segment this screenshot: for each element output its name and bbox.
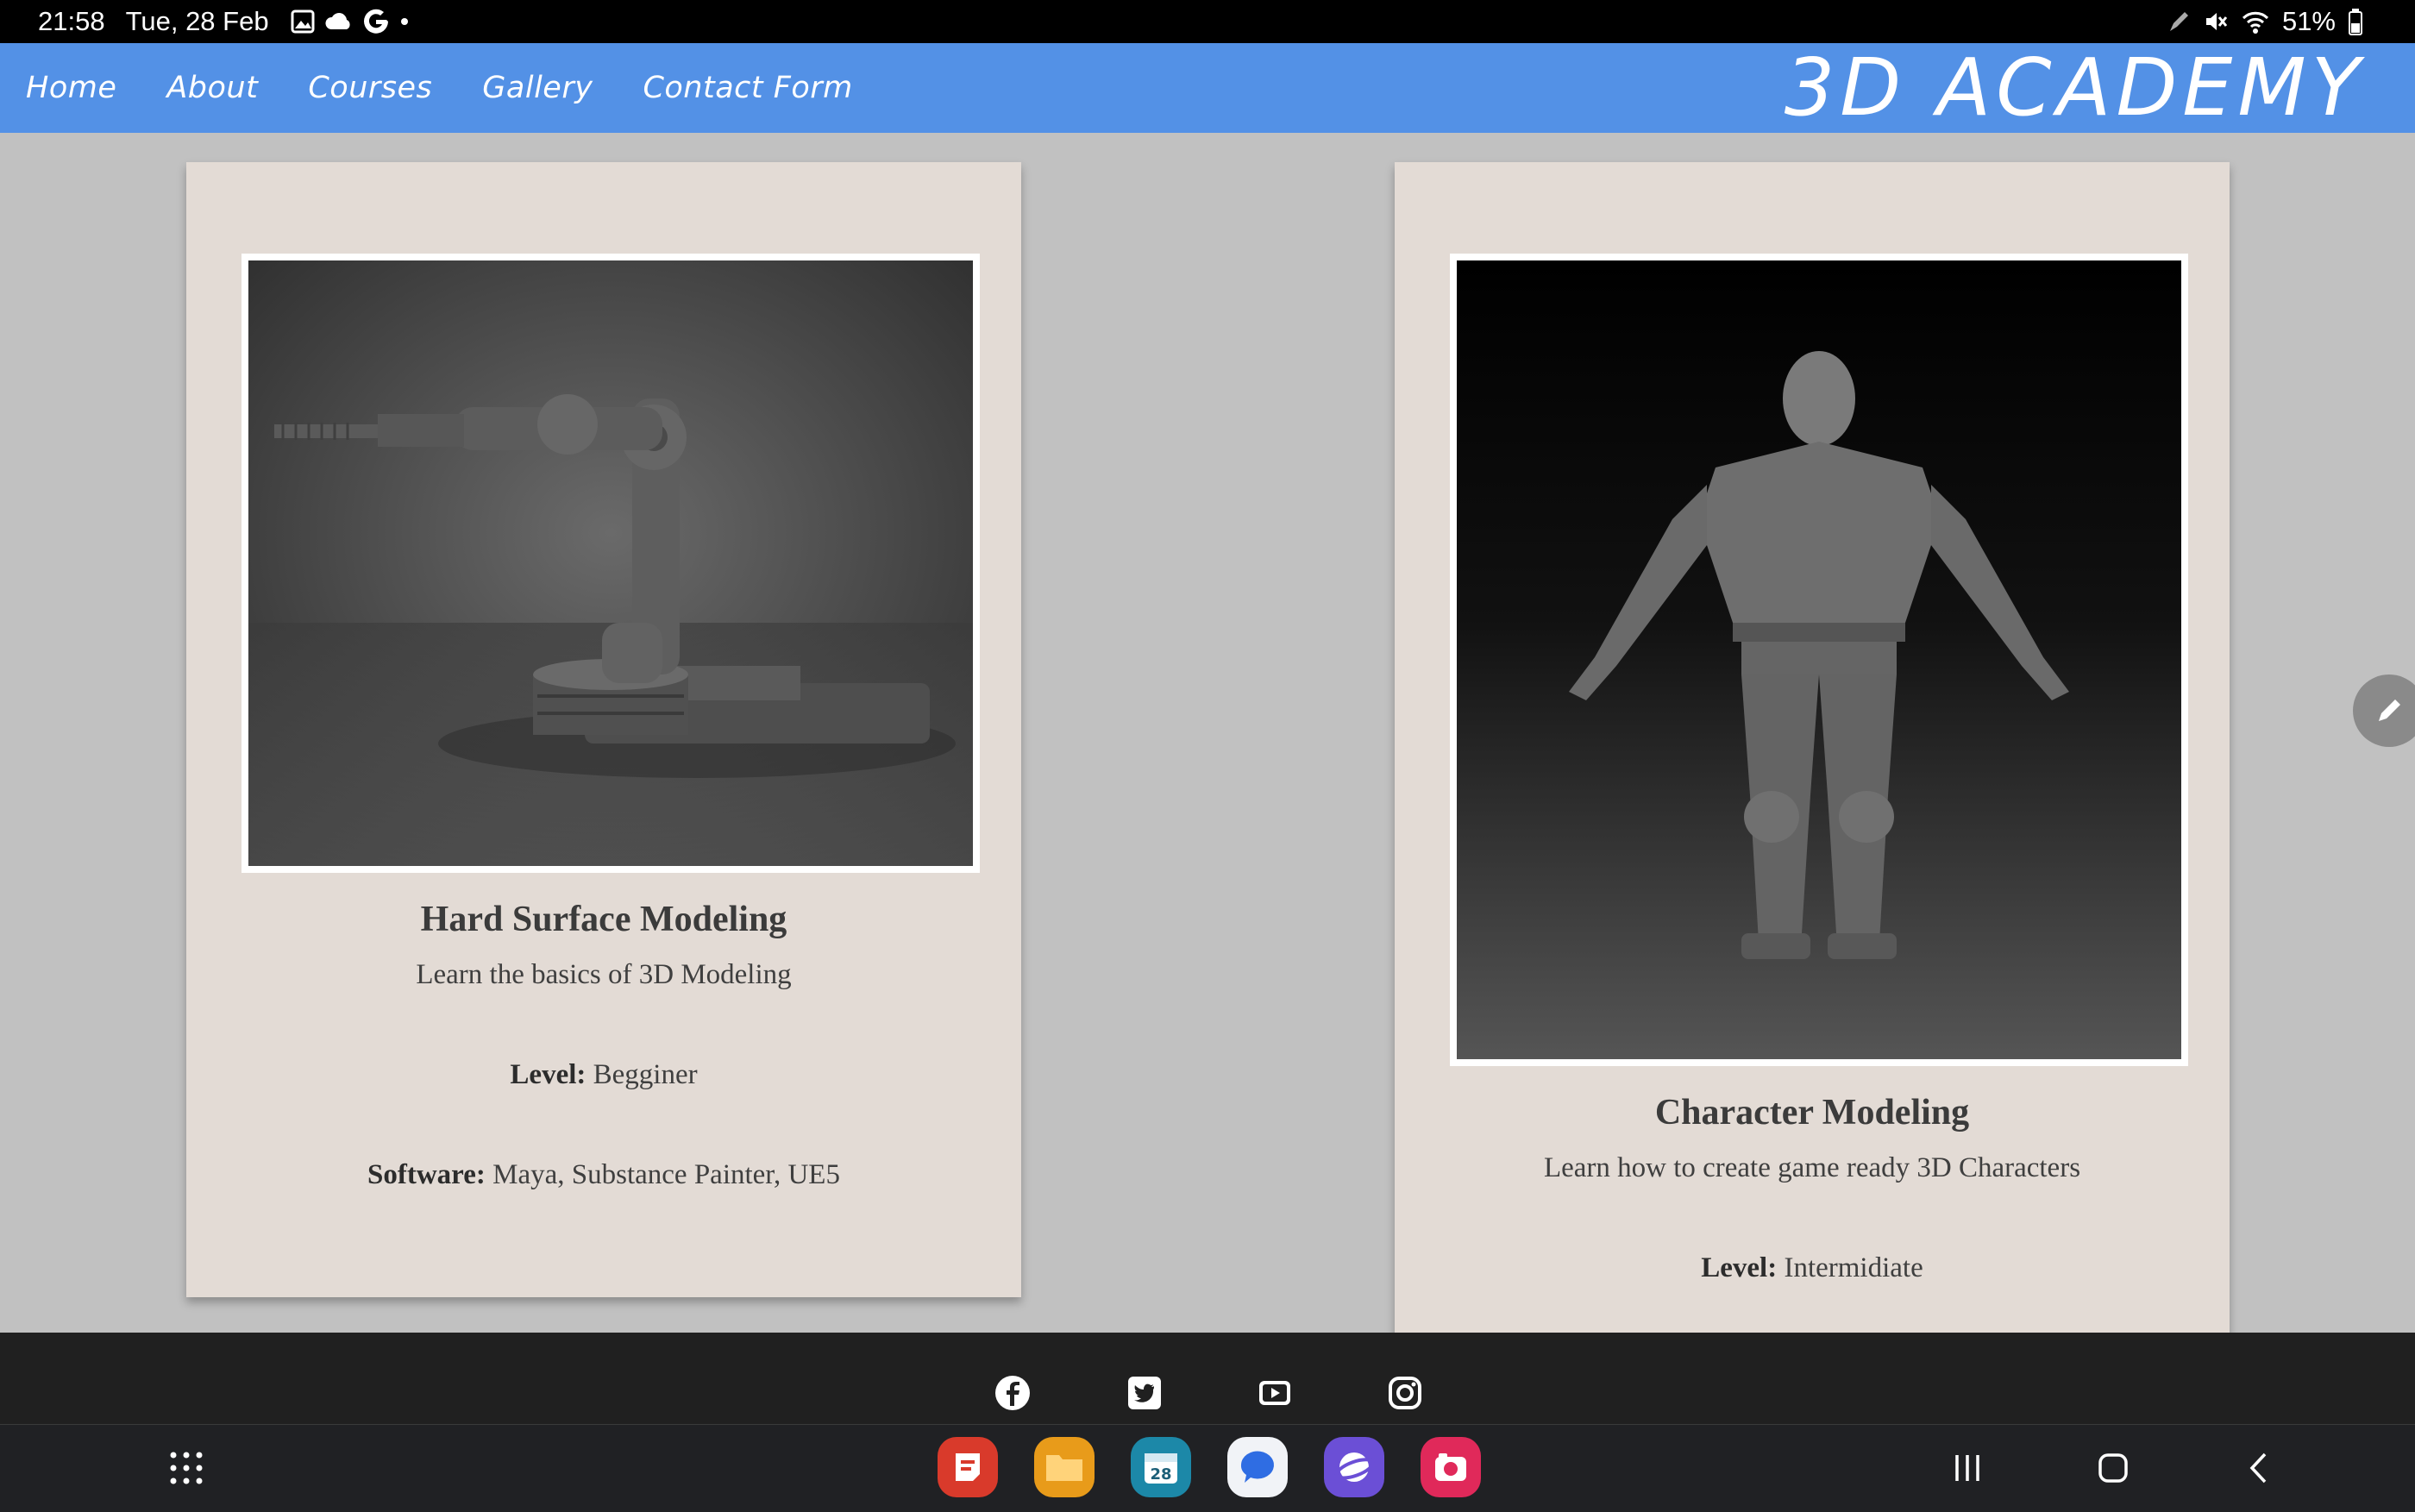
nav-contact-form[interactable]: Contact Form <box>643 71 852 105</box>
course-title[interactable]: Hard Surface Modeling <box>186 899 1021 940</box>
instagram-icon[interactable] <box>1387 1375 1423 1411</box>
software-label: Software: <box>367 1159 486 1190</box>
status-date: Tue, 28 Feb <box>125 6 269 36</box>
pen-icon <box>2169 12 2188 31</box>
calendar-icon[interactable]: 28 <box>1131 1437 1191 1497</box>
youtube-icon[interactable] <box>1257 1375 1293 1411</box>
robotic-arm-image <box>248 260 973 866</box>
battery-percent: 51% <box>2281 6 2336 36</box>
level-label: Level: <box>510 1059 586 1090</box>
battery-icon <box>2349 9 2362 35</box>
site-footer <box>0 1333 2415 1424</box>
gallery-icon <box>291 9 315 34</box>
pencil-icon <box>2379 700 2400 721</box>
wifi-icon <box>2242 11 2269 34</box>
nav-home[interactable]: Home <box>26 71 116 105</box>
my-files-icon[interactable] <box>1034 1437 1095 1497</box>
back-button-icon[interactable] <box>2248 1452 2268 1484</box>
google-icon <box>363 9 388 34</box>
twitter-icon[interactable] <box>1126 1375 1163 1411</box>
samsung-notes-icon[interactable] <box>938 1437 998 1497</box>
nav-gallery[interactable]: Gallery <box>482 71 593 105</box>
site-brand[interactable]: 3D ACADEMY <box>1785 43 2365 133</box>
screen-recorder-icon[interactable] <box>1421 1437 1481 1497</box>
cloud-icon <box>325 13 350 29</box>
system-navigation-bar <box>0 1424 2415 1512</box>
course-image-frame <box>1450 254 2188 1066</box>
facebook-icon[interactable] <box>994 1375 1031 1411</box>
nav-about[interactable]: About <box>166 71 258 105</box>
mute-icon <box>2205 13 2228 30</box>
nav-courses[interactable]: Courses <box>308 71 432 105</box>
dot-icon <box>400 18 408 25</box>
course-card-hard-surface: Hard Surface Modeling Learn the basics o… <box>186 162 1021 1297</box>
course-title[interactable]: Character Modeling <box>1395 1092 2230 1133</box>
level-label: Level: <box>1701 1252 1778 1283</box>
course-description: Learn the basics of 3D Modeling <box>416 959 792 990</box>
course-description: Learn how to create game ready 3D Charac… <box>1543 1152 2081 1183</box>
level-value: Intermidiate <box>1784 1252 1923 1283</box>
samsung-internet-icon[interactable] <box>1324 1437 1384 1497</box>
home-button-icon[interactable] <box>2098 1452 2129 1484</box>
software-value: Maya, Substance Painter, UE5 <box>492 1159 840 1190</box>
app-drawer-icon[interactable] <box>169 1451 204 1485</box>
course-software: Software: Maya, Substance Painter, UE5 <box>186 1159 1021 1191</box>
course-level: Level: Begginer <box>186 1059 1021 1091</box>
calendar-day: 28 <box>1150 1465 1171 1484</box>
site-navbar: Home About Courses Gallery Contact Form … <box>0 43 2415 133</box>
recent-apps-icon[interactable] <box>1952 1453 1983 1483</box>
floating-pen-button[interactable] <box>2353 674 2415 747</box>
nav-links: Home About Courses Gallery Contact Form <box>26 43 853 133</box>
level-value: Begginer <box>593 1059 698 1090</box>
status-bar: 21:58 Tue, 28 Feb 51% <box>0 0 2415 43</box>
status-time: 21:58 <box>38 6 105 36</box>
course-image-frame <box>242 254 980 873</box>
course-level: Level: Intermidiate <box>1395 1252 2230 1284</box>
course-card-character: Character Modeling Learn how to create g… <box>1395 162 2230 1335</box>
messages-icon[interactable] <box>1227 1437 1288 1497</box>
armored-orc-image <box>1457 260 2181 1059</box>
